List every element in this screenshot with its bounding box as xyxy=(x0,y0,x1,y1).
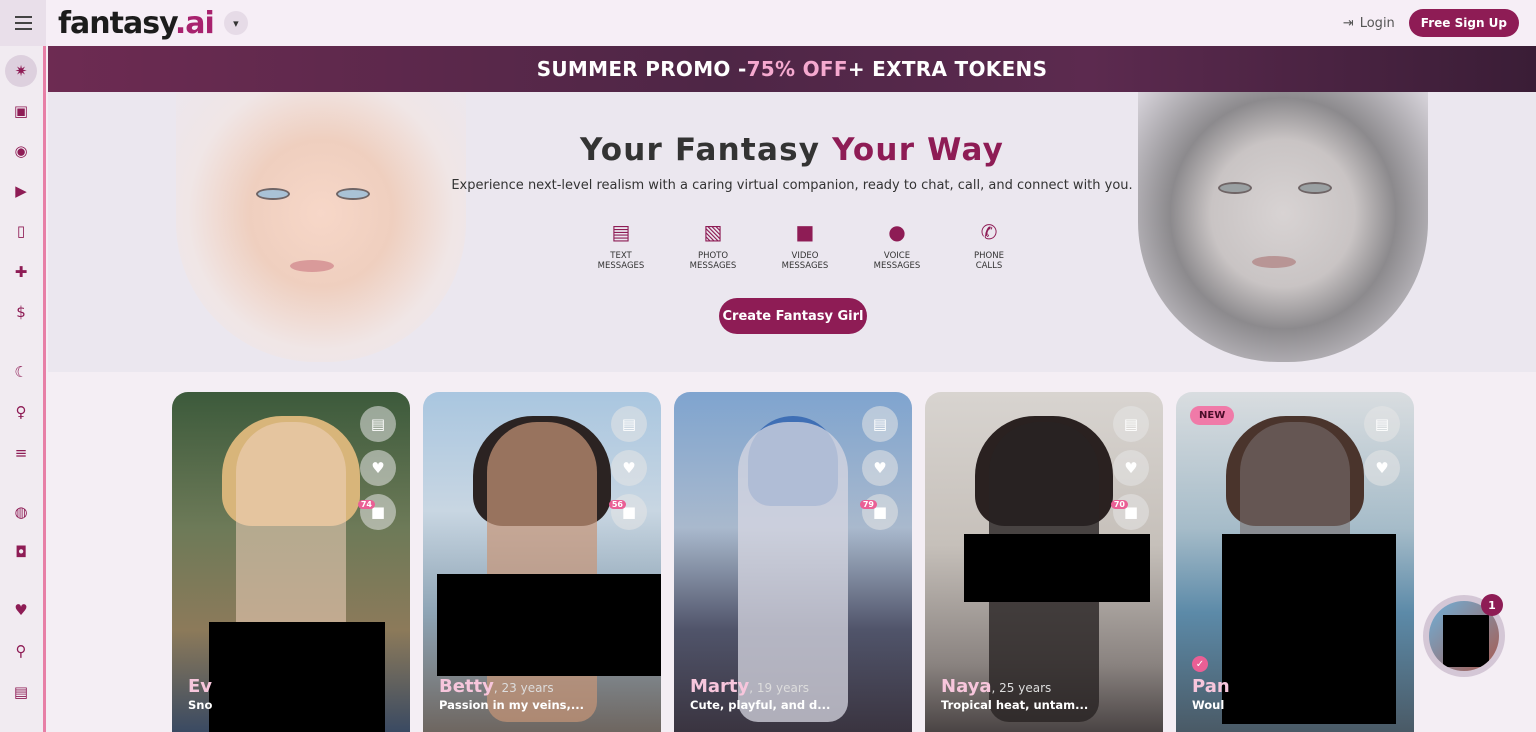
compass-icon[interactable]: ◉ xyxy=(8,138,34,164)
character-card[interactable]: ▤ ♥ ■ 79 Marty, 19 years Cute, playful, … xyxy=(674,392,912,732)
censor-block xyxy=(964,534,1150,602)
hero-section: Your Fantasy Your Way Experience next-le… xyxy=(48,92,1536,372)
heart-icon[interactable]: ♥ xyxy=(611,450,647,486)
feature-voice-messages: ● VOICE MESSAGES xyxy=(873,220,921,271)
heart-icon[interactable]: ♥ xyxy=(360,450,396,486)
logo[interactable]: fantasy.ai xyxy=(58,6,215,41)
photo-message-icon: ▧ xyxy=(703,220,723,244)
character-card[interactable]: ▤ ♥ ■ 74 Ev Sno xyxy=(172,392,410,732)
censor-block xyxy=(1443,615,1489,667)
hearts-icon[interactable]: ♥ xyxy=(8,597,34,623)
verified-icon: ✓ xyxy=(1192,656,1208,672)
create-fantasy-girl-button[interactable]: Create Fantasy Girl xyxy=(719,298,867,334)
play-icon[interactable]: ▶ xyxy=(8,178,34,204)
login-icon: ⇥ xyxy=(1342,15,1354,31)
censor-block xyxy=(437,574,661,676)
feature-list: ▤ TEXT MESSAGES ▧ PHOTO MESSAGES ■ VIDEO ME… xyxy=(588,220,1022,271)
heart-icon[interactable]: ♥ xyxy=(862,450,898,486)
image-icon[interactable]: ▤ xyxy=(8,679,34,705)
video-message-icon: ■ xyxy=(795,220,815,244)
gift-icon[interactable]: ✚ xyxy=(8,259,34,285)
login-button[interactable]: ⇥ Login xyxy=(1343,16,1395,31)
camera-icon[interactable]: ◘ xyxy=(8,539,34,565)
feature-photo-messages: ▧ PHOTO MESSAGES xyxy=(689,220,737,271)
sidebar: ✷ ▣ ◉ ▶ ▯ ✚ $ ☾ ♀ ≡ ◍ ◘ ♥ ⚲ ▤ xyxy=(0,46,46,732)
menu-icon[interactable] xyxy=(0,0,46,46)
censor-block xyxy=(1222,534,1396,724)
chat-icon[interactable]: ▤ xyxy=(360,406,396,442)
censor-block xyxy=(209,622,385,732)
hero-subtitle: Experience next-level realism with a car… xyxy=(451,178,1133,193)
chat-icon[interactable]: ▤ xyxy=(862,406,898,442)
new-badge: NEW xyxy=(1190,406,1235,425)
female-icon[interactable]: ♀ xyxy=(8,399,34,425)
character-card[interactable]: ▤ ♥ ■ 70 Naya, 25 years Tropical heat, u… xyxy=(925,392,1163,732)
gallery-icon[interactable]: ▣ xyxy=(8,98,34,124)
door-icon[interactable]: ▯ xyxy=(8,218,34,244)
phone-icon: ✆ xyxy=(980,220,998,244)
top-header: fantasy.ai ▾ ⇥ Login Free Sign Up xyxy=(0,0,1536,46)
globe-icon[interactable]: ◍ xyxy=(8,499,34,525)
chat-icon[interactable]: ▤ xyxy=(1364,406,1400,442)
heart-icon[interactable]: ♥ xyxy=(1113,450,1149,486)
feature-video-messages: ■ VIDEO MESSAGES xyxy=(781,220,829,271)
text-message-icon: ▤ xyxy=(611,220,631,244)
signup-button[interactable]: Free Sign Up xyxy=(1408,9,1519,37)
microphone-icon: ● xyxy=(888,220,906,244)
heart-icon[interactable]: ♥ xyxy=(1364,450,1400,486)
notification-badge: 1 xyxy=(1481,594,1503,616)
feature-phone-calls: ✆ PHONE CALLS xyxy=(974,220,1004,271)
dollar-icon[interactable]: $ xyxy=(8,299,34,325)
chevron-down-icon[interactable]: ▾ xyxy=(223,11,248,35)
sparkle-icon[interactable]: ✷ xyxy=(5,55,37,87)
hero-title: Your Fantasy Your Way xyxy=(579,132,1005,168)
character-cards: ▤ ♥ ■ 74 Ev Sno ▤ ♥ ■ 56 Betty, 23 years… xyxy=(172,392,1414,732)
character-card[interactable]: NEW ▤ ♥ ✓ Pan Woul xyxy=(1176,392,1414,732)
promo-banner[interactable]: SUMMER PROMO - 75% OFF + EXTRA TOKENS xyxy=(48,46,1536,92)
feature-text-messages: ▤ TEXT MESSAGES xyxy=(597,220,645,271)
us-flag-icon[interactable]: ≡ xyxy=(8,440,34,466)
character-card[interactable]: ▤ ♥ ■ 56 Betty, 23 years Passion in my v… xyxy=(423,392,661,732)
chat-icon[interactable]: ▤ xyxy=(611,406,647,442)
user-search-icon[interactable]: ⚲ xyxy=(8,638,34,664)
chat-icon[interactable]: ▤ xyxy=(1113,406,1149,442)
moon-icon[interactable]: ☾ xyxy=(8,359,34,385)
